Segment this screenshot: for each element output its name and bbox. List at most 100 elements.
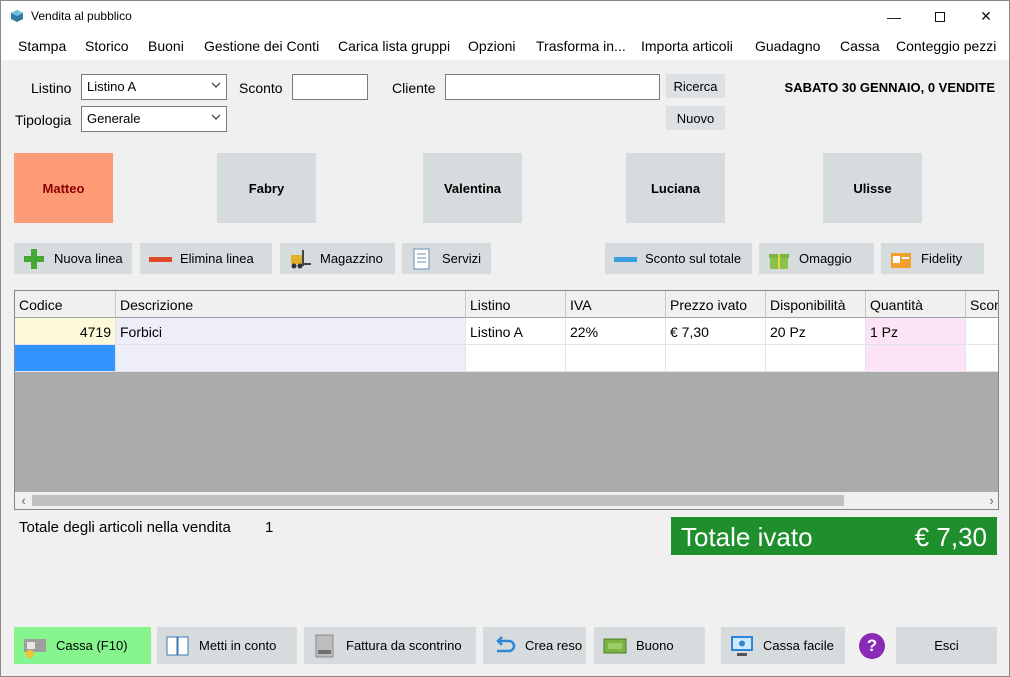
cell-disponibilita-empty[interactable] [766, 345, 866, 372]
close-icon: ✕ [980, 8, 992, 24]
cash-register-icon [24, 638, 46, 658]
cell-sconto-empty[interactable] [966, 345, 998, 372]
col-iva[interactable]: IVA [566, 291, 666, 318]
cell-quantita-empty[interactable] [866, 345, 966, 372]
cell-iva[interactable]: 22% [566, 318, 666, 345]
esci-button[interactable]: Esci [896, 627, 997, 664]
magazzino-button[interactable]: Magazzino [280, 243, 395, 274]
return-arrow-icon [496, 635, 516, 652]
operator-valentina[interactable]: Valentina [423, 153, 522, 223]
listino-select[interactable]: Listino A [81, 74, 227, 100]
cell-listino[interactable]: Listino A [466, 318, 566, 345]
menu-bar: Stampa Storico Buoni Gestione dei Conti … [1, 32, 1009, 60]
minus-icon [149, 256, 172, 262]
buono-button[interactable]: Buono [594, 627, 705, 664]
col-sconto[interactable]: Scon [966, 291, 998, 318]
horizontal-scrollbar[interactable]: ‹ › [15, 492, 998, 509]
ricerca-button[interactable]: Ricerca [666, 74, 725, 98]
maximize-button[interactable] [917, 1, 963, 32]
nuova-linea-button[interactable]: Nuova linea [14, 243, 132, 274]
servizi-button[interactable]: Servizi [402, 243, 491, 274]
menu-storico[interactable]: Storico [85, 38, 129, 54]
help-icon[interactable]: ? [859, 633, 885, 659]
chevron-down-icon [211, 82, 221, 88]
nuovo-button[interactable]: Nuovo [666, 106, 725, 130]
col-listino[interactable]: Listino [466, 291, 566, 318]
col-prezzo-ivato[interactable]: Prezzo ivato [666, 291, 766, 318]
omaggio-label: Omaggio [799, 251, 852, 266]
fidelity-label: Fidelity [921, 251, 963, 266]
cassa-button[interactable]: Cassa (F10) [14, 627, 151, 664]
total-items-label: Totale degli articoli nella vendita [19, 519, 231, 536]
col-disponibilita[interactable]: Disponibilità [766, 291, 866, 318]
buono-label: Buono [636, 638, 674, 653]
menu-cassa[interactable]: Cassa [840, 38, 880, 54]
col-quantita[interactable]: Quantità [866, 291, 966, 318]
sales-grid[interactable]: Codice Descrizione Listino IVA Prezzo iv… [14, 290, 999, 510]
cell-quantita[interactable]: 1 Pz [866, 318, 966, 345]
metti-conto-button[interactable]: Metti in conto [157, 627, 297, 664]
menu-carica-lista-gruppi[interactable]: Carica lista gruppi [338, 38, 450, 54]
tipologia-label: Tipologia [15, 112, 72, 128]
menu-stampa[interactable]: Stampa [18, 38, 66, 54]
total-value: € 7,30 [914, 522, 987, 552]
menu-conteggio-pezzi[interactable]: Conteggio pezzi [896, 38, 996, 54]
menu-buoni[interactable]: Buoni [148, 38, 184, 54]
sconto-input[interactable] [292, 74, 368, 100]
table-row[interactable]: 4719 Forbici Listino A 22% € 7,30 20 Pz … [15, 318, 998, 345]
cell-listino-empty[interactable] [466, 345, 566, 372]
col-descrizione[interactable]: Descrizione [116, 291, 466, 318]
maximize-icon [935, 11, 945, 22]
menu-opzioni[interactable]: Opzioni [468, 38, 515, 54]
operator-luciana[interactable]: Luciana [626, 153, 725, 223]
scroll-left-icon[interactable]: ‹ [15, 492, 32, 509]
tipologia-select[interactable]: Generale [81, 106, 227, 132]
cell-codice[interactable]: 4719 [15, 318, 116, 345]
cell-descrizione[interactable]: Forbici [116, 318, 466, 345]
menu-importa-articoli[interactable]: Importa articoli [641, 38, 733, 54]
cell-codice-selected[interactable] [15, 345, 116, 372]
minimize-button[interactable]: — [871, 1, 917, 32]
sconto-label: Sconto [239, 80, 283, 96]
table-row-new[interactable] [15, 345, 998, 372]
cassa-facile-button[interactable]: Cassa facile [721, 627, 845, 664]
close-button[interactable]: ✕ [963, 1, 1009, 32]
omaggio-button[interactable]: Omaggio [759, 243, 874, 274]
tipologia-value: Generale [87, 111, 141, 126]
cell-disponibilita[interactable]: 20 Pz [766, 318, 866, 345]
menu-trasforma[interactable]: Trasforma in... [536, 38, 626, 54]
plus-icon [24, 248, 44, 269]
cell-iva-empty[interactable] [566, 345, 666, 372]
crea-reso-label: Crea reso [525, 638, 583, 653]
col-codice[interactable]: Codice [15, 291, 116, 318]
scroll-right-icon[interactable]: › [983, 492, 998, 509]
fidelity-card-icon [891, 252, 911, 268]
document-icon [413, 248, 430, 269]
cassa-label: Cassa (F10) [56, 638, 128, 653]
elimina-linea-button[interactable]: Elimina linea [140, 243, 272, 274]
forklift-icon [291, 249, 311, 268]
menu-guadagno[interactable]: Guadagno [755, 38, 820, 54]
cell-sconto[interactable] [966, 318, 998, 345]
fidelity-button[interactable]: Fidelity [881, 243, 984, 274]
scrollbar-thumb[interactable] [32, 495, 844, 506]
operator-matteo[interactable]: Matteo [14, 153, 113, 223]
fattura-button[interactable]: Fattura da scontrino [304, 627, 476, 664]
book-icon [166, 636, 189, 655]
chevron-down-icon [211, 114, 221, 120]
total-box: Totale ivato € 7,30 [671, 517, 997, 555]
menu-gestione-conti[interactable]: Gestione dei Conti [204, 38, 319, 54]
sconto-totale-button[interactable]: Sconto sul totale [605, 243, 752, 274]
sconto-totale-label: Sconto sul totale [645, 251, 742, 266]
cliente-input[interactable] [445, 74, 660, 100]
operator-ulisse[interactable]: Ulisse [823, 153, 922, 223]
minimize-icon: — [887, 8, 901, 25]
cell-descrizione-empty[interactable] [116, 345, 466, 372]
cliente-label: Cliente [392, 80, 436, 96]
cell-prezzo-empty[interactable] [666, 345, 766, 372]
operator-fabry[interactable]: Fabry [217, 153, 316, 223]
servizi-label: Servizi [442, 251, 482, 266]
cell-prezzo-ivato[interactable]: € 7,30 [666, 318, 766, 345]
nuova-linea-label: Nuova linea [54, 251, 123, 266]
crea-reso-button[interactable]: Crea reso [483, 627, 586, 664]
